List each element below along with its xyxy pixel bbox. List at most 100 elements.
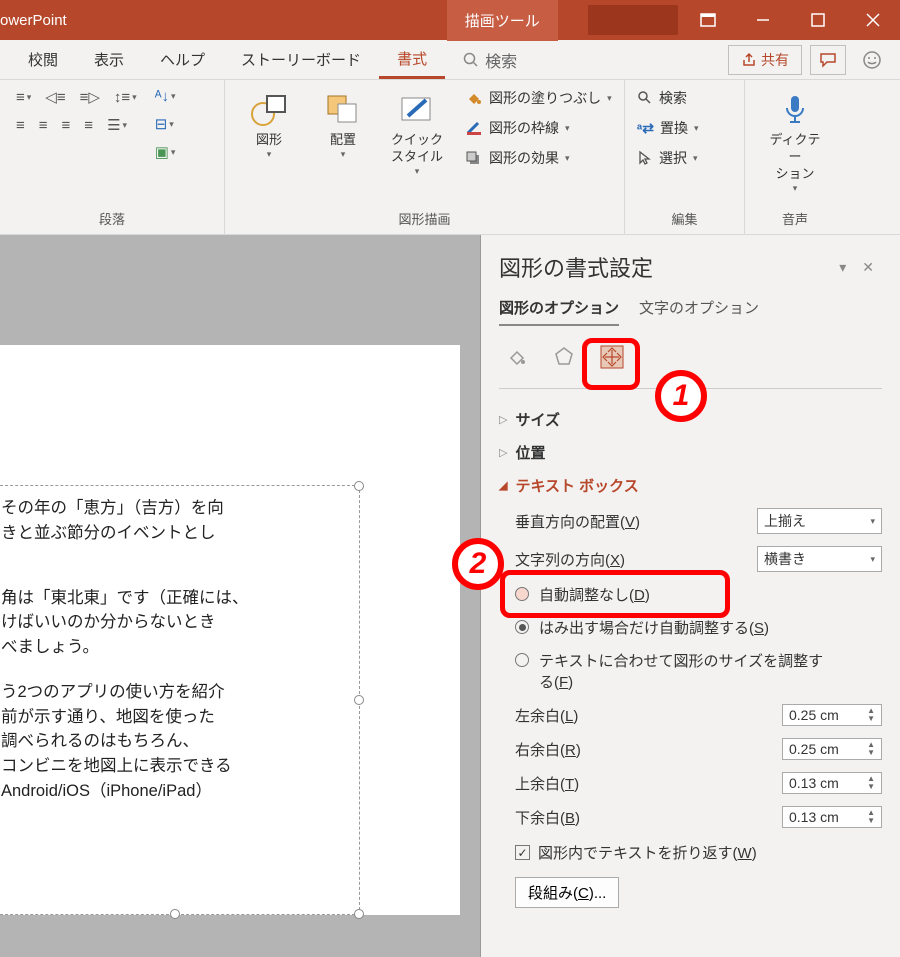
slide-text[interactable]: う2つのアプリの使い方を紹介 前が示す通り、地図を使った 調べられるのはもちろん… bbox=[1, 680, 349, 804]
tab-help[interactable]: ヘルプ bbox=[142, 40, 223, 79]
tab-shape-options[interactable]: 図形のオプション bbox=[499, 297, 619, 326]
share-label: 共有 bbox=[761, 50, 789, 70]
ribbon-display-icon[interactable] bbox=[680, 0, 735, 40]
fill-icon bbox=[465, 90, 483, 106]
margin-b-label: 下余白(B) bbox=[515, 807, 782, 828]
radio-icon bbox=[515, 653, 529, 667]
section-position[interactable]: ▷位置 bbox=[499, 436, 882, 469]
tab-review[interactable]: 校閲 bbox=[10, 40, 76, 79]
maximize-icon[interactable] bbox=[790, 0, 845, 40]
account-area[interactable] bbox=[588, 5, 678, 35]
handle[interactable] bbox=[354, 481, 364, 491]
close-icon[interactable] bbox=[845, 0, 900, 40]
valign-combo[interactable]: 上揃え▾ bbox=[757, 508, 882, 534]
pane-options-icon[interactable]: ▾ bbox=[831, 259, 854, 276]
arrange-button[interactable]: 配置▾ bbox=[311, 86, 375, 160]
line-spacing-btn[interactable]: ↕≡▾ bbox=[110, 87, 141, 108]
wrap-checkbox[interactable]: ✓ 図形内でテキストを折り返す(W) bbox=[515, 834, 882, 871]
close-pane-icon[interactable]: ✕ bbox=[854, 259, 882, 276]
shapes-button[interactable]: 図形▾ bbox=[237, 86, 301, 160]
face-icon bbox=[862, 50, 882, 70]
tab-view[interactable]: 表示 bbox=[76, 40, 142, 79]
pane-title: 図形の書式設定 bbox=[499, 251, 831, 283]
shape-fill-button[interactable]: 図形の塗りつぶし▾ bbox=[465, 86, 612, 110]
slide-area[interactable]: その年の「恵方」（吉方）を向 きと並ぶ節分のイベントとし 角は「東北東」です（正… bbox=[0, 235, 480, 957]
tab-text-options[interactable]: 文字のオプション bbox=[639, 297, 759, 326]
textdir-combo[interactable]: 横書き▾ bbox=[757, 546, 882, 572]
margin-t-input[interactable]: 0.13 cm▲▼ bbox=[782, 772, 882, 794]
face-button[interactable] bbox=[854, 45, 890, 75]
group-editing: 検索 ᵃ⇄置換▾ 選択▾ 編集 bbox=[625, 80, 745, 234]
fill-line-tab[interactable] bbox=[499, 340, 533, 374]
find-button[interactable]: 検索 bbox=[637, 86, 699, 110]
columns-button[interactable]: 段組み(C)... bbox=[515, 877, 619, 908]
section-textbox[interactable]: ◢テキスト ボックス bbox=[499, 469, 882, 502]
titlebar: owerPoint 描画ツール bbox=[0, 0, 900, 40]
minimize-icon[interactable] bbox=[735, 0, 790, 40]
app-name: owerPoint bbox=[0, 12, 87, 29]
select-button[interactable]: 選択▾ bbox=[637, 146, 699, 170]
search-icon bbox=[637, 90, 653, 106]
margin-r-input[interactable]: 0.25 cm▲▼ bbox=[782, 738, 882, 760]
dictate-button[interactable]: ディクテー ション▾ bbox=[763, 86, 827, 194]
arrange-icon bbox=[323, 90, 363, 130]
text-direction-btn[interactable]: ᴬ↓▾ bbox=[151, 86, 180, 107]
valign-label: 垂直方向の配置(V) bbox=[515, 511, 757, 532]
window-controls bbox=[680, 0, 900, 40]
group-editing-label: 編集 bbox=[637, 209, 732, 234]
contextual-tab[interactable]: 描画ツール bbox=[447, 0, 558, 41]
radio-icon bbox=[515, 587, 529, 601]
autofit-resize-radio[interactable]: テキストに合わせて図形のサイズを調整する(F) bbox=[515, 644, 882, 698]
handle[interactable] bbox=[354, 695, 364, 705]
inc-indent-btn[interactable]: ≡▷ bbox=[76, 86, 104, 108]
shape-outline-button[interactable]: 図形の枠線▾ bbox=[465, 116, 612, 140]
align-left-btn[interactable]: ≡ bbox=[12, 115, 29, 136]
shape-effects-button[interactable]: 図形の効果▾ bbox=[465, 146, 612, 170]
bullets-btn[interactable]: ≡▾ bbox=[12, 87, 35, 108]
menubar: 校閲 表示 ヘルプ ストーリーボード 書式 検索 共有 bbox=[0, 40, 900, 80]
tab-format[interactable]: 書式 bbox=[379, 40, 445, 79]
group-drawing: 図形▾ 配置▾ クイック スタイル▾ 図形の塗りつぶし▾ 図形の枠線▾ 図形の効… bbox=[225, 80, 625, 234]
tell-me-search[interactable]: 検索 bbox=[445, 48, 535, 72]
autofit-resize-label: テキストに合わせて図形のサイズを調整する(F) bbox=[539, 650, 823, 692]
collapse-icon: ◢ bbox=[499, 479, 507, 492]
cursor-icon bbox=[637, 150, 653, 166]
replace-button[interactable]: ᵃ⇄置換▾ bbox=[637, 116, 699, 140]
expand-icon: ▷ bbox=[499, 413, 507, 426]
size-properties-tab[interactable] bbox=[595, 340, 629, 374]
margin-b-input[interactable]: 0.13 cm▲▼ bbox=[782, 806, 882, 828]
margin-l-input[interactable]: 0.25 cm▲▼ bbox=[782, 704, 882, 726]
slide-text[interactable]: 角は「東北東」です（正確には、 けばいいのか分からないとき べましょう。 bbox=[1, 586, 349, 660]
replace-icon: ᵃ⇄ bbox=[637, 120, 654, 137]
handle[interactable] bbox=[354, 909, 364, 919]
format-shape-pane: 図形の書式設定 ▾ ✕ 図形のオプション 文字のオプション ▷サイズ ▷位置 ◢… bbox=[480, 235, 900, 957]
share-button[interactable]: 共有 bbox=[728, 45, 802, 75]
autofit-none-radio[interactable]: 自動調整なし(D) bbox=[515, 578, 882, 611]
slide-canvas[interactable]: その年の「恵方」（吉方）を向 きと並ぶ節分のイベントとし 角は「東北東」です（正… bbox=[0, 345, 460, 915]
autofit-shrink-radio[interactable]: はみ出す場合だけ自動調整する(S) bbox=[515, 611, 882, 644]
smartart-btn[interactable]: ▣▾ bbox=[151, 141, 180, 163]
margin-t-label: 上余白(T) bbox=[515, 773, 782, 794]
radio-icon bbox=[515, 620, 529, 634]
group-voice-label: 音声 bbox=[757, 209, 833, 234]
dec-indent-btn[interactable]: ◁≡ bbox=[41, 86, 69, 108]
group-drawing-label: 図形描画 bbox=[237, 209, 612, 234]
ribbon: ≡▾ ◁≡ ≡▷ ↕≡▾ ≡ ≡ ≡ ≡ ☰▾ ᴬ↓▾ ⊟▾ ▣▾ 段落 bbox=[0, 80, 900, 235]
effects-tab[interactable] bbox=[547, 340, 581, 374]
slide-text[interactable]: その年の「恵方」（吉方）を向 きと並ぶ節分のイベントとし bbox=[1, 496, 349, 546]
section-size[interactable]: ▷サイズ bbox=[499, 403, 882, 436]
align-center-btn[interactable]: ≡ bbox=[35, 115, 52, 136]
textdir-label: 文字列の方向(X) bbox=[515, 549, 757, 570]
search-label: 検索 bbox=[485, 48, 517, 72]
textbox[interactable]: その年の「恵方」（吉方）を向 きと並ぶ節分のイベントとし 角は「東北東」です（正… bbox=[0, 485, 360, 915]
tab-storyboard[interactable]: ストーリーボード bbox=[223, 40, 379, 79]
outline-icon bbox=[465, 120, 483, 136]
justify-btn[interactable]: ≡ bbox=[80, 115, 97, 136]
align-text-btn[interactable]: ⊟▾ bbox=[151, 113, 180, 135]
align-right-btn[interactable]: ≡ bbox=[58, 115, 75, 136]
columns-btn[interactable]: ☰▾ bbox=[103, 114, 131, 136]
quickstyle-button[interactable]: クイック スタイル▾ bbox=[385, 86, 449, 177]
share-icon bbox=[741, 52, 757, 68]
handle[interactable] bbox=[170, 909, 180, 919]
comments-button[interactable] bbox=[810, 45, 846, 75]
